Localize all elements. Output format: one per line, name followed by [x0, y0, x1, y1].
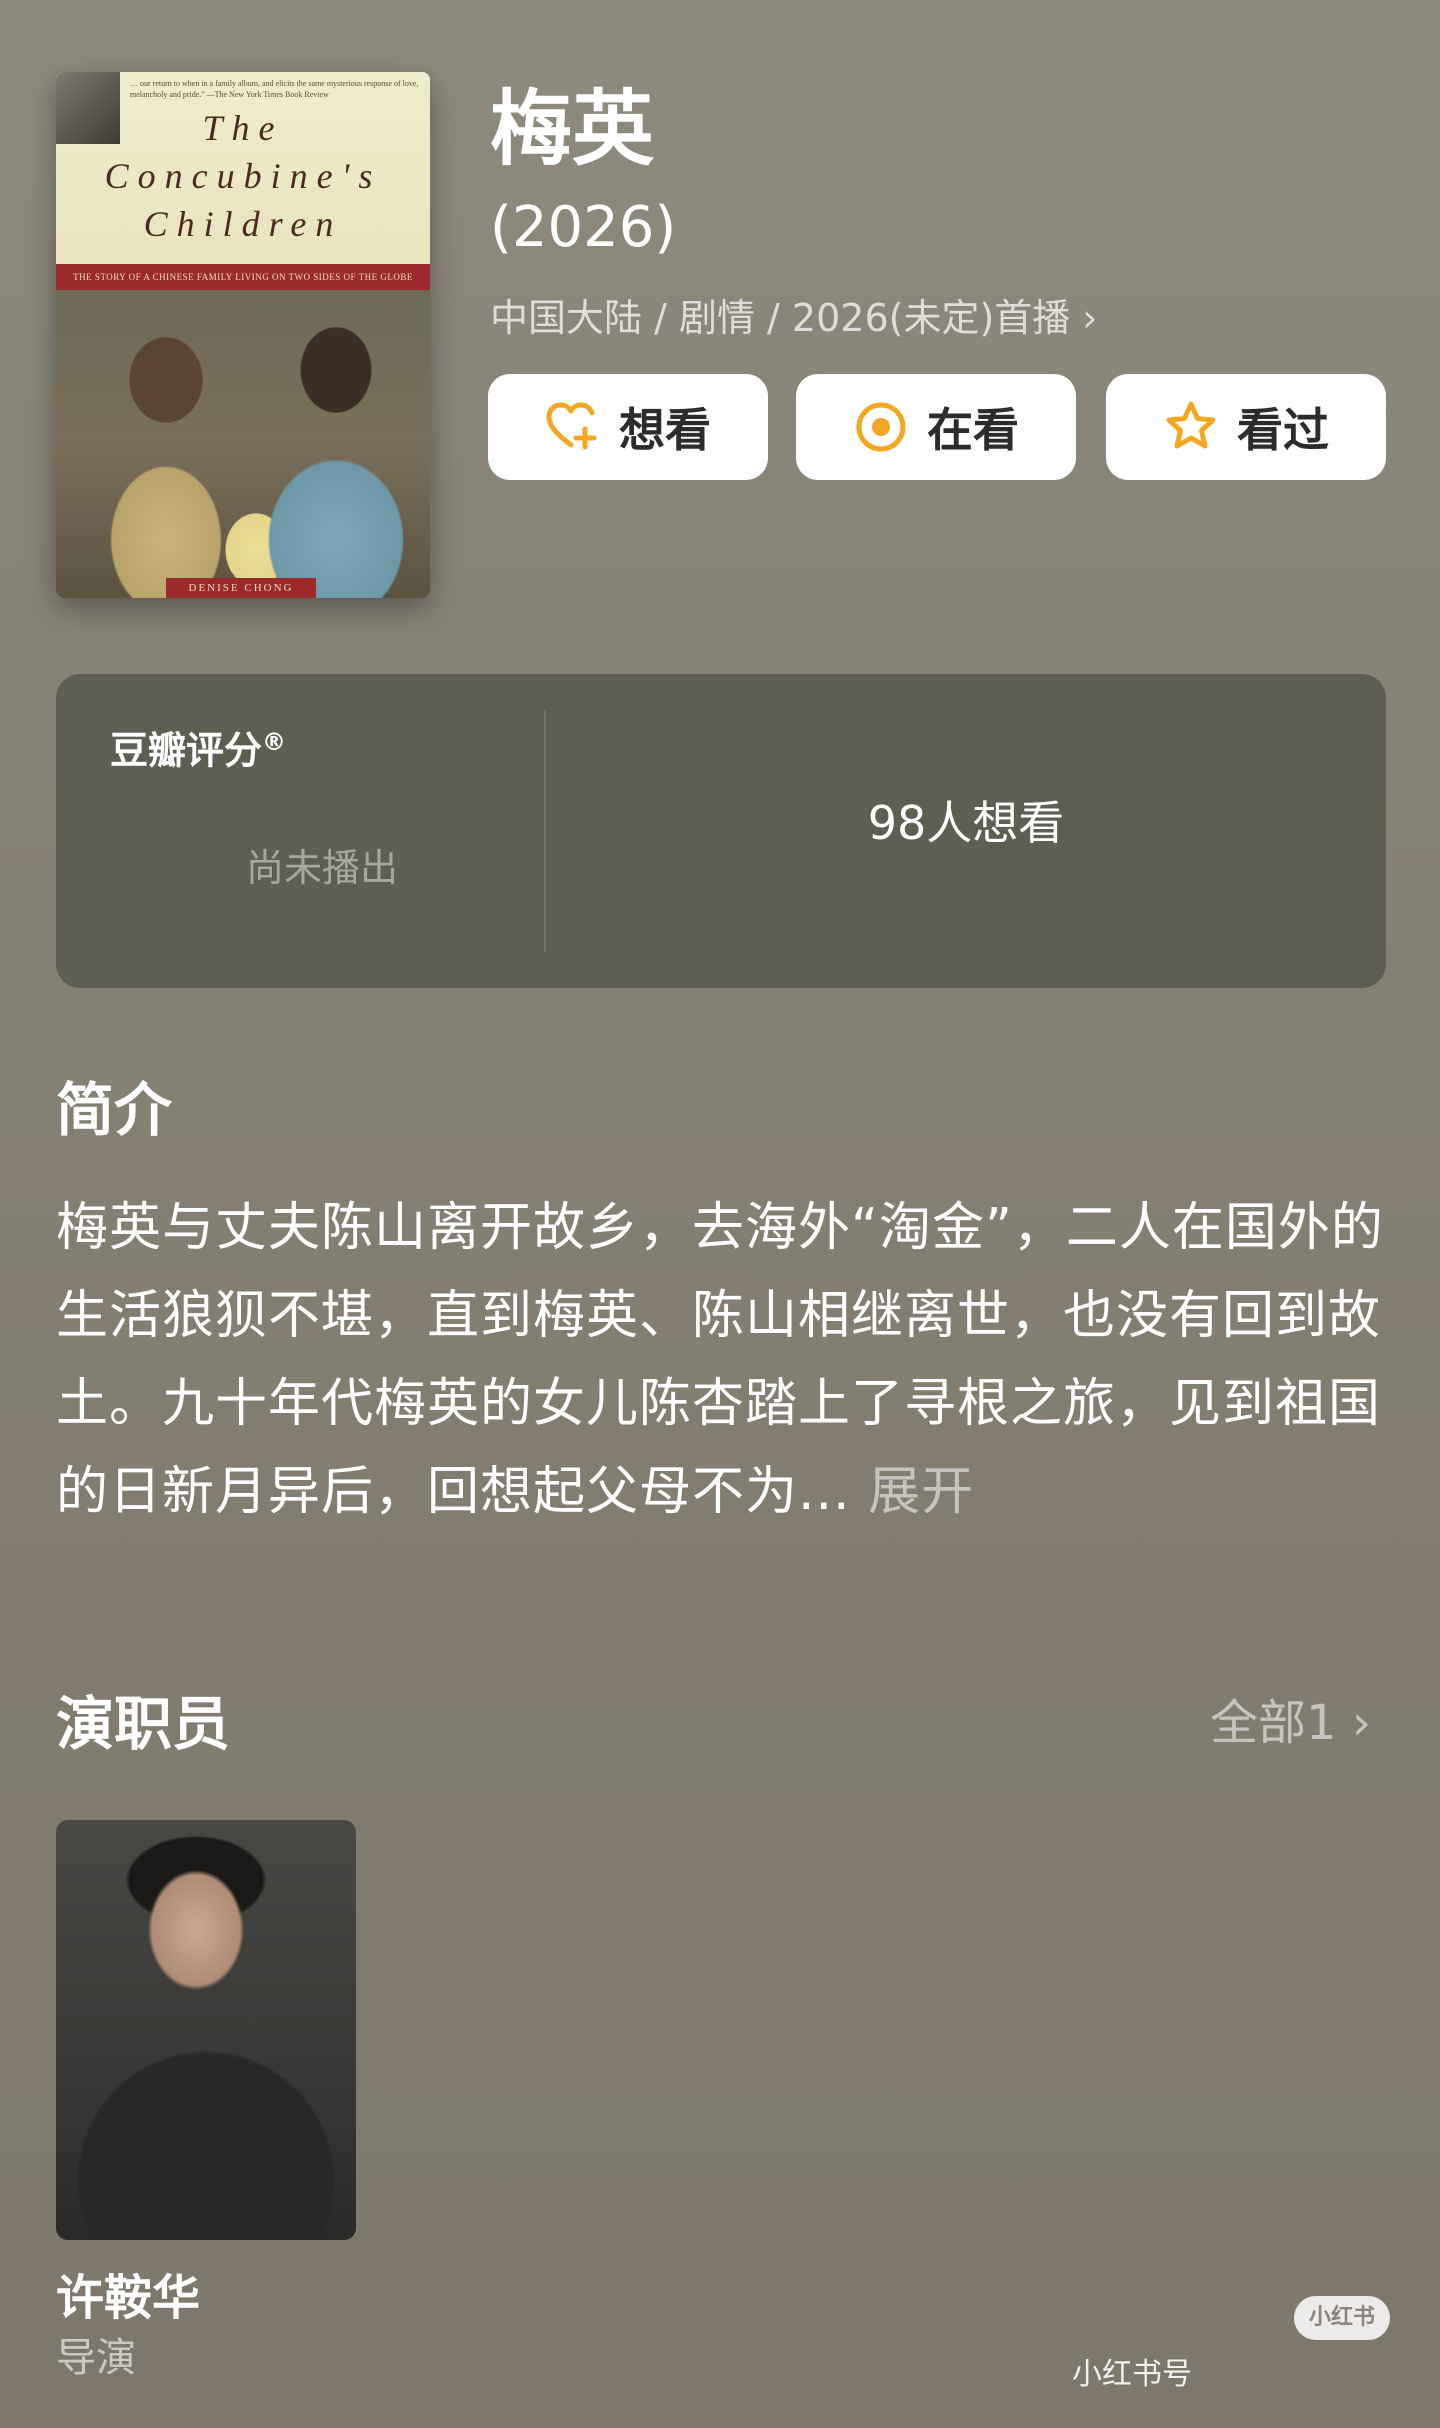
- cast-member-photo[interactable]: [56, 1820, 356, 2240]
- chevron-right-icon: ›: [1351, 1695, 1372, 1751]
- cast-heading: 演职员: [56, 1690, 231, 1758]
- rating-card[interactable]: 豆瓣评分® 尚未播出 98人想看: [56, 674, 1386, 988]
- synopsis-heading: 简介: [56, 1076, 173, 1144]
- cast-member-role: 导演: [56, 2335, 136, 2381]
- watched-button[interactable]: 看过: [1106, 374, 1386, 480]
- poster-title: The Concubine's Children: [56, 104, 430, 248]
- cast-all-label: 全部1: [1210, 1695, 1337, 1751]
- poster-photo: [56, 290, 430, 598]
- want-count: 98人想看: [867, 796, 1065, 850]
- watermark-text: 小红书号: [1072, 2357, 1192, 2392]
- show-year: (2026): [490, 195, 677, 260]
- target-circle-icon: [856, 402, 906, 452]
- watching-label: 在看: [927, 403, 1019, 457]
- show-title: 梅英: [490, 82, 655, 177]
- rating-label-text: 豆瓣评分: [110, 728, 263, 773]
- cast-all-link[interactable]: 全部1 ›: [1210, 1688, 1371, 1758]
- poster-image[interactable]: … our return to when in a family album, …: [56, 72, 430, 598]
- expand-link[interactable]: 展开: [851, 1462, 975, 1522]
- want-to-watch-label: 想看: [619, 403, 711, 457]
- poster-cover-top: … our return to when in a family album, …: [56, 72, 430, 264]
- star-icon: [1166, 401, 1216, 449]
- rating-status: 尚未播出: [246, 846, 399, 890]
- poster-title-line: Children: [143, 204, 343, 244]
- synopsis-text: 梅英与丈夫陈山离开故乡，去海外“淘金”，二人在国外的生活狼狈不堪，直到梅英、陈山…: [56, 1184, 1386, 1536]
- want-to-watch-button[interactable]: 想看: [488, 374, 768, 480]
- heart-plus-icon: [546, 402, 597, 450]
- chevron-right-icon: ›: [1082, 296, 1098, 340]
- watermark-badge: 小红书: [1294, 2296, 1390, 2340]
- poster-author: DENISE CHONG: [166, 578, 316, 598]
- cast-member-name[interactable]: 许鞍华: [56, 2264, 200, 2332]
- poster-title-line: Concubine's: [104, 156, 382, 196]
- watched-label: 看过: [1237, 403, 1329, 457]
- poster-title-line: The: [202, 108, 284, 148]
- registered-mark: ®: [262, 728, 287, 756]
- rating-label: 豆瓣评分®: [110, 714, 286, 779]
- show-meta-link[interactable]: 中国大陆 / 剧情 / 2026(未定)首播 ›: [490, 288, 1097, 348]
- poster-blurb: … our return to when in a family album, …: [130, 79, 419, 99]
- synopsis-body: 梅英与丈夫陈山离开故乡，去海外“淘金”，二人在国外的生活狼狈不堪，直到梅英、陈山…: [56, 1198, 1384, 1522]
- show-meta-text: 中国大陆 / 剧情 / 2026(未定)首播: [490, 296, 1071, 340]
- poster-band: THE STORY OF A CHINESE FAMILY LIVING ON …: [56, 264, 430, 290]
- watching-button[interactable]: 在看: [796, 374, 1076, 480]
